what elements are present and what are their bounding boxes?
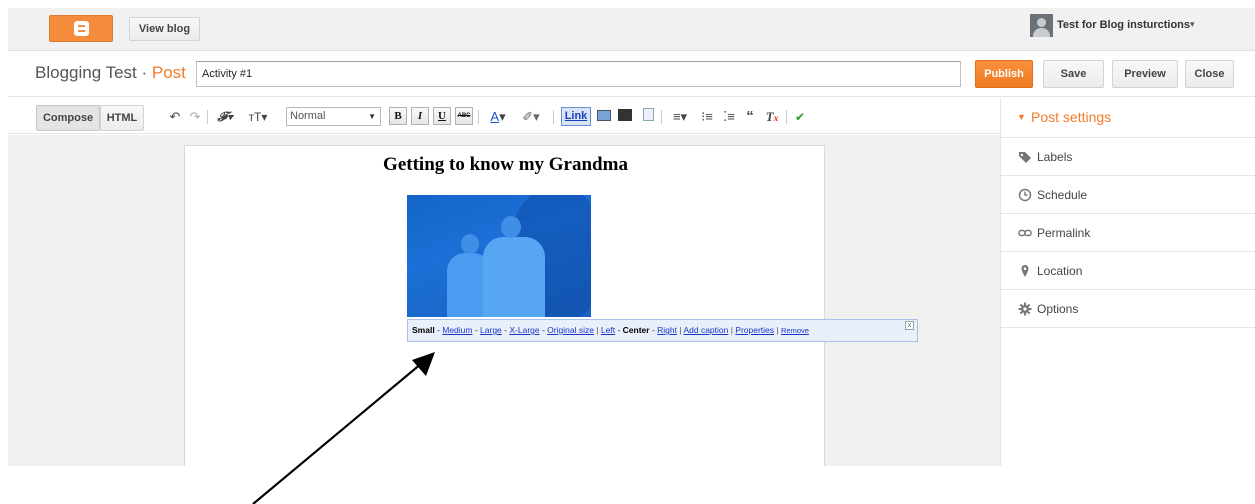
annotation-arrow [252, 352, 435, 504]
